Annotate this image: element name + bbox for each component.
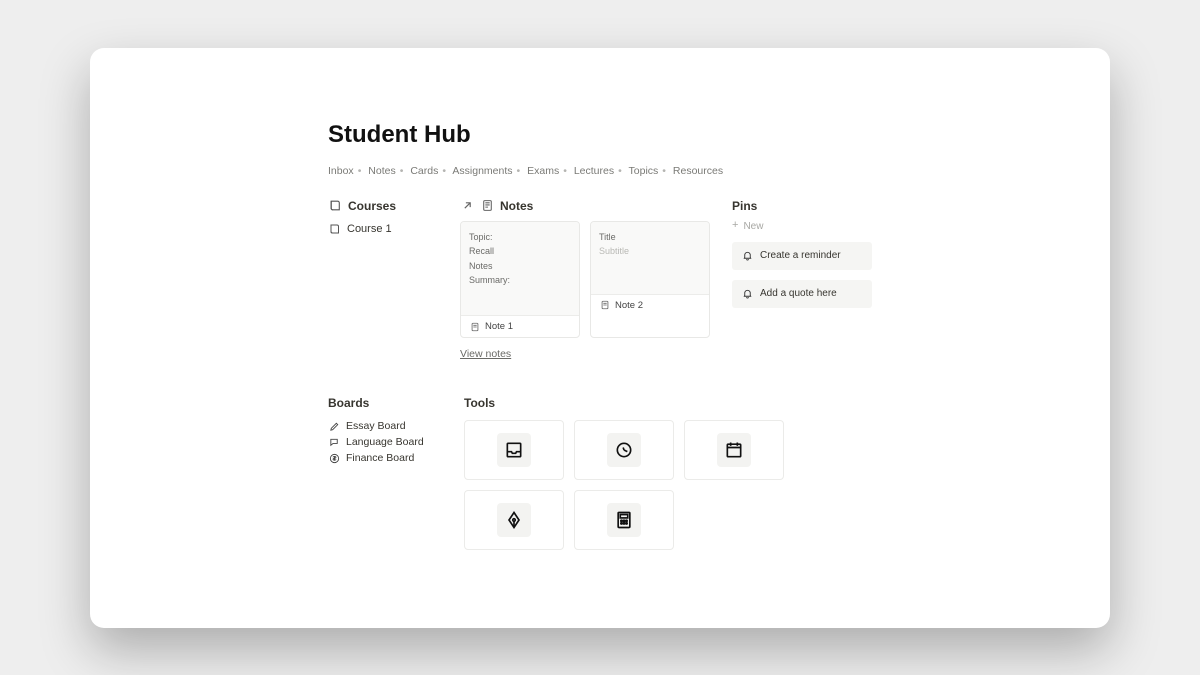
expand-icon[interactable] (460, 199, 474, 213)
course-item[interactable]: Course 1 (328, 221, 438, 238)
boards-heading: Boards (328, 396, 438, 410)
nav-topics[interactable]: Topics (629, 165, 659, 177)
clock-icon (607, 433, 641, 467)
inbox-icon (497, 433, 531, 467)
note-footer: Note 2 (591, 294, 709, 316)
pins-section: Pins + New Create a reminder Add a quote… (732, 199, 872, 363)
nav-notes[interactable]: Notes (368, 165, 395, 177)
tool-inbox[interactable] (464, 420, 564, 480)
new-pin-button[interactable]: + New (732, 221, 872, 232)
pin-item[interactable]: Add a quote here (732, 280, 872, 308)
tools-heading: Tools (464, 396, 872, 410)
notes-heading: Notes (460, 199, 710, 213)
plus-icon: + (732, 220, 738, 231)
course-item-label: Course 1 (347, 223, 392, 235)
pins-heading: Pins (732, 199, 872, 213)
bell-icon (741, 250, 753, 262)
note-card[interactable]: Topic: Recall Notes Summary: Note 1 (460, 221, 580, 339)
note-title: Note 2 (615, 300, 643, 311)
tool-calendar[interactable] (684, 420, 784, 480)
book-icon (328, 199, 342, 213)
nav-inbox[interactable]: Inbox (328, 165, 354, 177)
tool-calculator[interactable] (574, 490, 674, 550)
page-icon (469, 321, 480, 332)
note-body: Topic: Recall Notes Summary: (461, 222, 579, 316)
book-icon (328, 223, 341, 236)
board-label: Essay Board (346, 420, 406, 432)
note-title: Note 1 (485, 321, 513, 332)
courses-heading-label: Courses (348, 199, 396, 213)
boards-section: Boards Essay Board Language Board Financ… (328, 396, 438, 550)
pin-label: Create a reminder (760, 250, 841, 261)
notes-heading-label: Notes (500, 199, 533, 213)
board-item-language[interactable]: Language Board (328, 434, 438, 450)
nav-lectures[interactable]: Lectures (574, 165, 614, 177)
view-notes-link[interactable]: View notes (460, 348, 511, 360)
board-item-finance[interactable]: Finance Board (328, 450, 438, 466)
nav-assignments[interactable]: Assignments (452, 165, 512, 177)
nav-exams[interactable]: Exams (527, 165, 559, 177)
calendar-icon (717, 433, 751, 467)
notes-section: Notes Topic: Recall Notes Summary: (460, 199, 710, 363)
chat-icon (328, 436, 340, 448)
tools-section: Tools (464, 396, 872, 550)
pin-label: Add a quote here (760, 288, 837, 299)
page: Student Hub Inbox• Notes• Cards• Assignm… (300, 85, 900, 591)
page-icon (599, 300, 610, 311)
window-card: Student Hub Inbox• Notes• Cards• Assignm… (90, 48, 1110, 628)
bell-icon (741, 288, 753, 300)
note-body: Title Subtitle (591, 222, 709, 294)
note-footer: Note 1 (461, 315, 579, 337)
new-pin-label: New (743, 221, 763, 232)
tool-pen[interactable] (464, 490, 564, 550)
courses-heading: Courses (328, 199, 438, 213)
pencil-icon (328, 420, 340, 432)
courses-section: Courses Course 1 (328, 199, 438, 363)
subnav: Inbox• Notes• Cards• Assignments• Exams•… (328, 165, 872, 177)
board-item-essay[interactable]: Essay Board (328, 418, 438, 434)
nav-cards[interactable]: Cards (410, 165, 438, 177)
dollar-icon (328, 452, 340, 464)
page-title: Student Hub (328, 121, 872, 149)
calculator-icon (607, 503, 641, 537)
page-icon (480, 199, 494, 213)
note-card[interactable]: Title Subtitle Note 2 (590, 221, 710, 339)
board-label: Language Board (346, 436, 424, 448)
board-label: Finance Board (346, 452, 414, 464)
pen-nib-icon (497, 503, 531, 537)
nav-resources[interactable]: Resources (673, 165, 723, 177)
tool-clock[interactable] (574, 420, 674, 480)
pin-item[interactable]: Create a reminder (732, 242, 872, 270)
